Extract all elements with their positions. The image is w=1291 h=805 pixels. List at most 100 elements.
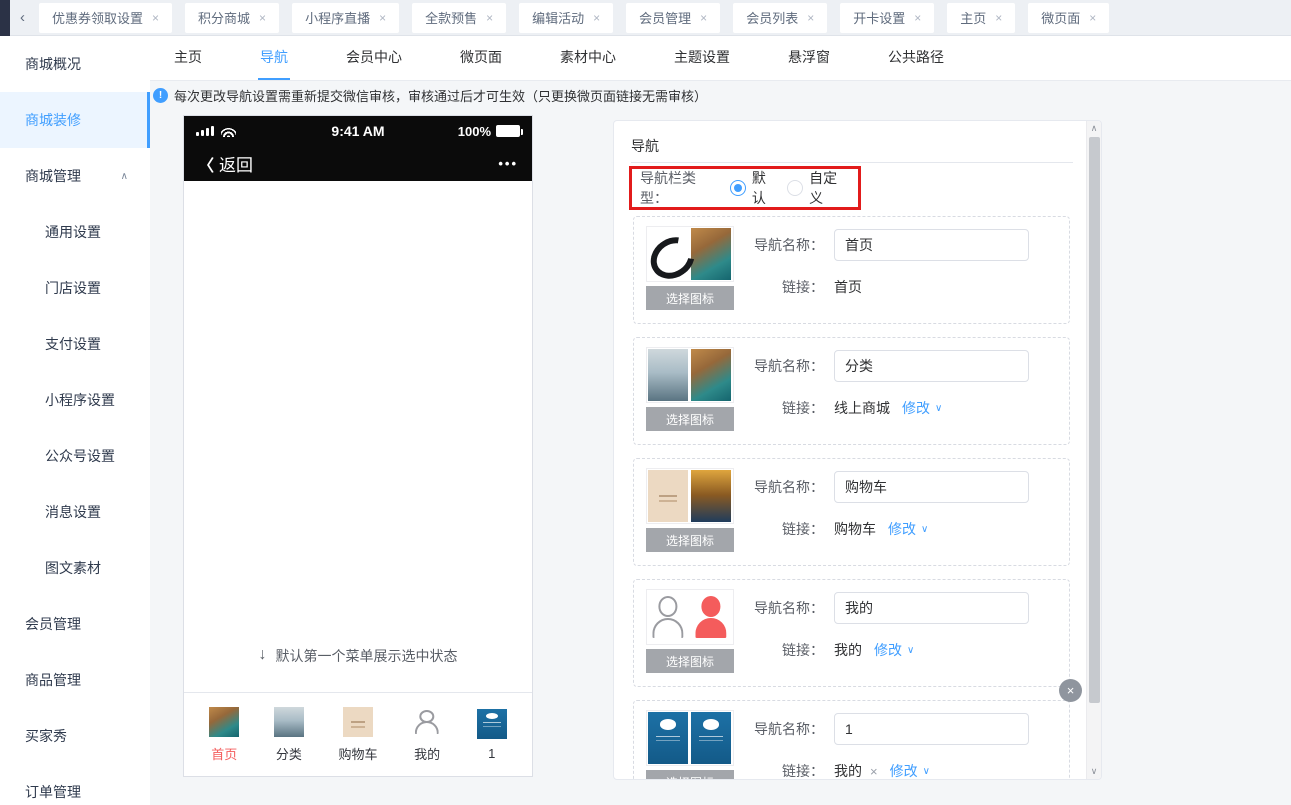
chevron-down-icon[interactable]: ∨ [907,645,914,656]
link-label: 链接： [782,642,824,658]
choose-icon-button[interactable]: 选择图标 [646,770,734,779]
sidebar-item-general-settings[interactable]: 通用设置 [0,204,150,260]
modify-link[interactable]: 修改 [890,761,918,779]
tab-member-center[interactable]: 会员中心 [344,36,404,80]
chevron-down-icon[interactable]: ∨ [921,524,928,535]
chevron-down-icon[interactable]: ∨ [935,403,942,414]
back-button[interactable]: 〈 返回 [198,151,253,176]
browser-tab-card-settings[interactable]: 开卡设置 × [840,2,935,33]
icon-box: 选择图标 [646,347,734,435]
tab-label: 会员列表 [746,11,799,26]
chevron-down-icon[interactable]: ∨ [923,766,930,777]
close-icon[interactable]: × [995,11,1002,25]
browser-tab-miniprogram-live[interactable]: 小程序直播 × [292,2,400,33]
back-label: 返回 [219,156,254,175]
sidebar-item-payment-settings[interactable]: 支付设置 [0,316,150,372]
browser-tab-member-management[interactable]: 会员管理 × [626,2,721,33]
tab-micropage[interactable]: 微页面 [458,36,504,80]
radio-default[interactable] [729,180,746,196]
close-icon[interactable]: × [486,11,493,25]
phone-tab-label: 我的 [414,746,441,762]
phone-tab-cart[interactable]: 购物车 [338,706,378,763]
phone-tab-one[interactable]: 1 [476,708,507,761]
fields: 导航名称： 链接： 我的 修改 ∨ [748,589,1057,677]
browser-tab-micropage[interactable]: 微页面 × [1028,2,1110,33]
down-arrow-icon: ↓ [258,646,267,663]
tab-material-center[interactable]: 素材中心 [558,36,618,80]
close-icon[interactable]: × [700,11,707,25]
close-icon[interactable]: × [152,11,159,25]
tab-home[interactable]: 主页 [172,36,204,80]
close-icon[interactable]: × [593,11,600,25]
hint-text: 默认第一个菜单展示选中状态 [275,648,458,664]
panel-scrollbar[interactable]: ∧ ∨ [1086,121,1101,779]
choose-icon-button[interactable]: 选择图标 [646,649,734,673]
link-label: 链接： [782,763,824,779]
remove-link-icon[interactable]: × [870,764,878,779]
browser-tab-edit-activity[interactable]: 编辑活动 × [519,2,614,33]
scrollbar-thumb[interactable] [1089,137,1100,703]
browser-tabs: 优惠券领取设置 × 积分商城 × 小程序直播 × 全款预售 × 编辑活动 × 会员管理 × … [39,2,1110,33]
enso-ink-circle-image [648,228,688,280]
tab-public-path[interactable]: 公共路径 [886,36,946,80]
chevron-up-icon: ∧ [120,170,128,182]
browser-tab-coupon-settings[interactable]: 优惠券领取设置 × [39,2,173,33]
phone-tab-mine[interactable]: 我的 [412,706,443,763]
sidebar-item-order-management[interactable]: 订单管理 [0,764,150,805]
browser-tab-member-list[interactable]: 会员列表 × [733,2,828,33]
choose-icon-button[interactable]: 选择图标 [646,286,734,310]
sidebar-item-mall-management[interactable]: 商城管理 ∧ [0,148,150,204]
tab-floating-window[interactable]: 悬浮窗 [786,36,832,80]
sidebar-item-media-materials[interactable]: 图文素材 [0,540,150,596]
sidebar-item-message-settings[interactable]: 消息设置 [0,484,150,540]
sidebar-item-mall-overview[interactable]: 商城概况 [0,36,150,92]
phone-tab-home[interactable]: 首页 [209,706,240,763]
link-value: 线上商城 [834,400,890,416]
sidebar-item-store-settings[interactable]: 门店设置 [0,260,150,316]
modify-link[interactable]: 修改 [874,640,902,660]
close-icon[interactable]: × [259,11,266,25]
scroll-down-icon[interactable]: ∨ [1087,766,1101,777]
browser-tab-home[interactable]: 主页 × [947,2,1016,33]
sidebar-item-miniprogram-settings[interactable]: 小程序设置 [0,372,150,428]
link-value: 购物车 [834,521,876,537]
close-icon[interactable]: × [914,11,921,25]
browser-tab-full-presale[interactable]: 全款预售 × [412,2,507,33]
sidebar-item-product-management[interactable]: 商品管理 [0,652,150,708]
sidebar-item-member-management[interactable]: 会员管理 [0,596,150,652]
sidebar-item-mall-decoration[interactable]: 商城装修 [0,92,150,148]
home-tab-image-icon [209,706,240,737]
choose-icon-button[interactable]: 选择图标 [646,528,734,552]
tab-navigation[interactable]: 导航 [258,36,290,80]
choose-icon-button[interactable]: 选择图标 [646,407,734,431]
scroll-up-icon[interactable]: ∧ [1087,123,1101,134]
close-icon[interactable]: × [1089,11,1096,25]
nav-name-input[interactable] [834,713,1029,745]
nav-name-input[interactable] [834,592,1029,624]
nav-name-input[interactable] [834,350,1029,382]
tabs-back-chevron-icon[interactable]: ‹ [20,9,25,26]
phone-tab-label: 分类 [275,746,302,762]
tab-theme-settings[interactable]: 主题设置 [672,36,732,80]
tab-label: 全款预售 [425,11,478,26]
sidebar-item-buyer-show[interactable]: 买家秀 [0,708,150,764]
phone-tab-category[interactable]: 分类 [273,706,304,763]
link-label: 链接： [782,521,824,537]
browser-tab-bar: ‹ 优惠券领取设置 × 积分商城 × 小程序直播 × 全款预售 × 编辑活动 × 会员管理… [0,0,1291,36]
modify-link[interactable]: 修改 [902,398,930,418]
modify-link[interactable]: 修改 [888,519,916,539]
blue-card-image [648,712,688,764]
radio-custom[interactable] [787,180,804,196]
sidebar-item-official-account-settings[interactable]: 公众号设置 [0,428,150,484]
browser-tab-points-mall[interactable]: 积分商城 × [185,2,280,33]
nav-name-input[interactable] [834,229,1029,261]
more-dots-icon[interactable]: ••• [498,156,518,171]
close-icon[interactable]: × [807,11,814,25]
delete-nav-item-button[interactable]: × [1059,679,1082,702]
radio-custom-label[interactable]: 自定义 [809,168,850,208]
radio-default-label[interactable]: 默认 [752,168,779,208]
phone-nav-bar: 〈 返回 ••• [184,146,532,181]
nav-name-input[interactable] [834,471,1029,503]
info-icon: ! [153,88,168,103]
close-icon[interactable]: × [379,11,386,25]
